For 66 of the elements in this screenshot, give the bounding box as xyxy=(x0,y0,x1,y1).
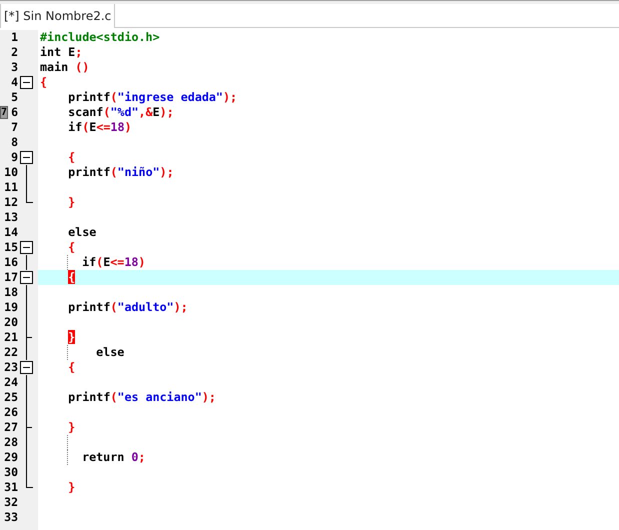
fold-toggle-icon[interactable] xyxy=(20,241,33,254)
line-number: 3 xyxy=(11,60,18,75)
fold-line xyxy=(26,255,27,270)
line-number: 17 xyxy=(4,270,18,285)
code-line: { xyxy=(67,360,76,375)
code-line: } xyxy=(67,420,76,435)
line-number: 23 xyxy=(4,360,18,375)
line-number: 26 xyxy=(4,405,18,420)
line-number: 22 xyxy=(4,345,18,360)
line-number: 19 xyxy=(4,300,18,315)
code-line: { xyxy=(67,150,76,165)
code-line: printf("ingrese edada"); xyxy=(67,90,238,105)
line-number: 20 xyxy=(4,315,18,330)
line-number: 11 xyxy=(4,180,18,195)
bookmark-marker: 7 xyxy=(0,106,8,119)
line-number: 27 xyxy=(4,420,18,435)
line-number: 29 xyxy=(4,450,18,465)
line-number: 30 xyxy=(4,465,18,480)
fold-line xyxy=(26,345,27,360)
code-line: main () xyxy=(40,60,90,75)
fold-toggle-icon[interactable] xyxy=(20,151,33,164)
fold-end-marker xyxy=(26,480,33,488)
line-number: 16 xyxy=(4,255,18,270)
line-number: 33 xyxy=(4,510,18,525)
code-line: return 0; xyxy=(81,450,146,465)
fold-toggle-icon[interactable] xyxy=(20,271,33,284)
line-number: 31 xyxy=(4,480,18,495)
code-line: } xyxy=(67,480,76,495)
line-number: 28 xyxy=(4,435,18,450)
line-number: 18 xyxy=(4,285,18,300)
line-number: 21 xyxy=(4,330,18,345)
fold-end-marker xyxy=(26,330,33,345)
line-number: 5 xyxy=(11,90,18,105)
code-line: { xyxy=(40,75,48,90)
code-line: printf("niño"); xyxy=(67,165,174,180)
line-number: 14 xyxy=(4,225,18,240)
line-number: 4 xyxy=(11,75,18,90)
code-line: else xyxy=(67,225,96,240)
code-line: int E; xyxy=(40,45,82,60)
code-line: else xyxy=(95,345,124,360)
fold-toggle-icon[interactable] xyxy=(20,76,33,89)
line-number: 1 xyxy=(11,30,18,45)
line-number: 2 xyxy=(11,45,18,60)
code-line: printf("adulto"); xyxy=(67,300,188,315)
code-line: scanf("%d",&E); xyxy=(67,105,174,120)
code-line: if(E<=18) xyxy=(67,120,132,135)
line-number: 13 xyxy=(4,210,18,225)
line-number: 7 xyxy=(11,120,18,135)
code-line: if(E<=18) xyxy=(81,255,146,270)
file-tab[interactable]: [*] Sin Nombre2.c xyxy=(0,4,116,28)
fold-end-marker xyxy=(26,420,33,435)
code-line: #include<stdio.h> xyxy=(40,30,160,45)
line-number: 6 xyxy=(11,105,18,120)
line-number: 8 xyxy=(11,135,18,150)
fold-toggle-icon[interactable] xyxy=(20,361,33,374)
line-number: 15 xyxy=(4,240,18,255)
code-line: printf("es anciano"); xyxy=(67,390,216,405)
line-number: 12 xyxy=(4,195,18,210)
line-number: 9 xyxy=(11,150,18,165)
line-number: 10 xyxy=(4,165,18,180)
fold-end-marker xyxy=(26,195,33,203)
code-line: { xyxy=(67,240,76,255)
code-line: } xyxy=(67,195,76,210)
line-number: 32 xyxy=(4,495,18,510)
line-number: 24 xyxy=(4,375,18,390)
line-number: 25 xyxy=(4,390,18,405)
